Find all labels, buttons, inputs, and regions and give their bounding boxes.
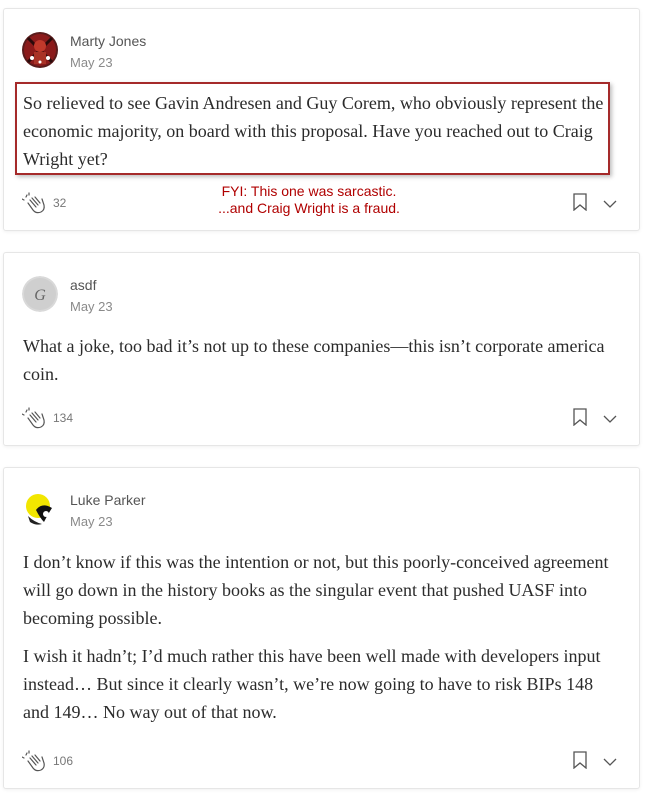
comment-paragraph: I wish it hadn’t; I’d much rather this h… — [23, 646, 601, 722]
comment-body: I don’t know if this was the intention o… — [23, 548, 623, 736]
comment-card: Marty Jones May 23 So relieved to see Ga… — [3, 8, 640, 231]
comment-paragraph: What a joke, too bad it’s not up to thes… — [23, 336, 605, 384]
clap-count: 32 — [53, 196, 67, 210]
avatar[interactable] — [22, 32, 58, 68]
avatar[interactable] — [22, 492, 58, 528]
chevron-down-icon[interactable] — [603, 196, 617, 208]
bookmark-icon[interactable] — [573, 751, 587, 770]
clap-count: 106 — [53, 754, 74, 768]
comment-footer: 106 — [4, 749, 639, 773]
comment-author[interactable]: Luke Parker — [70, 492, 145, 508]
svg-text:G: G — [34, 287, 46, 304]
comment-paragraph: I don’t know if this was the intention o… — [23, 552, 609, 628]
clap-count: 134 — [53, 411, 74, 425]
comment-card: Luke Parker May 23 I don’t know if this … — [3, 467, 640, 789]
comment-footer: 32 — [4, 191, 639, 215]
comment-body: What a joke, too bad it’s not up to thes… — [23, 332, 623, 398]
chevron-down-icon[interactable] — [603, 411, 617, 423]
comment-date[interactable]: May 23 — [70, 55, 113, 70]
clap-icon[interactable] — [21, 749, 48, 773]
comment-date[interactable]: May 23 — [70, 299, 113, 314]
comment-card: G asdf May 23 What a joke, too bad it’s … — [3, 252, 640, 446]
clap-icon[interactable] — [21, 406, 48, 430]
avatar[interactable]: G — [22, 276, 58, 312]
highlight-box — [15, 82, 610, 175]
comment-date[interactable]: May 23 — [70, 514, 113, 529]
comment-author[interactable]: asdf — [70, 277, 96, 293]
chevron-down-icon[interactable] — [603, 754, 617, 766]
comment-author[interactable]: Marty Jones — [70, 33, 146, 49]
comment-footer: 134 — [4, 406, 639, 430]
bookmark-icon[interactable] — [573, 193, 587, 212]
bookmark-icon[interactable] — [573, 408, 587, 427]
clap-icon[interactable] — [21, 191, 48, 215]
